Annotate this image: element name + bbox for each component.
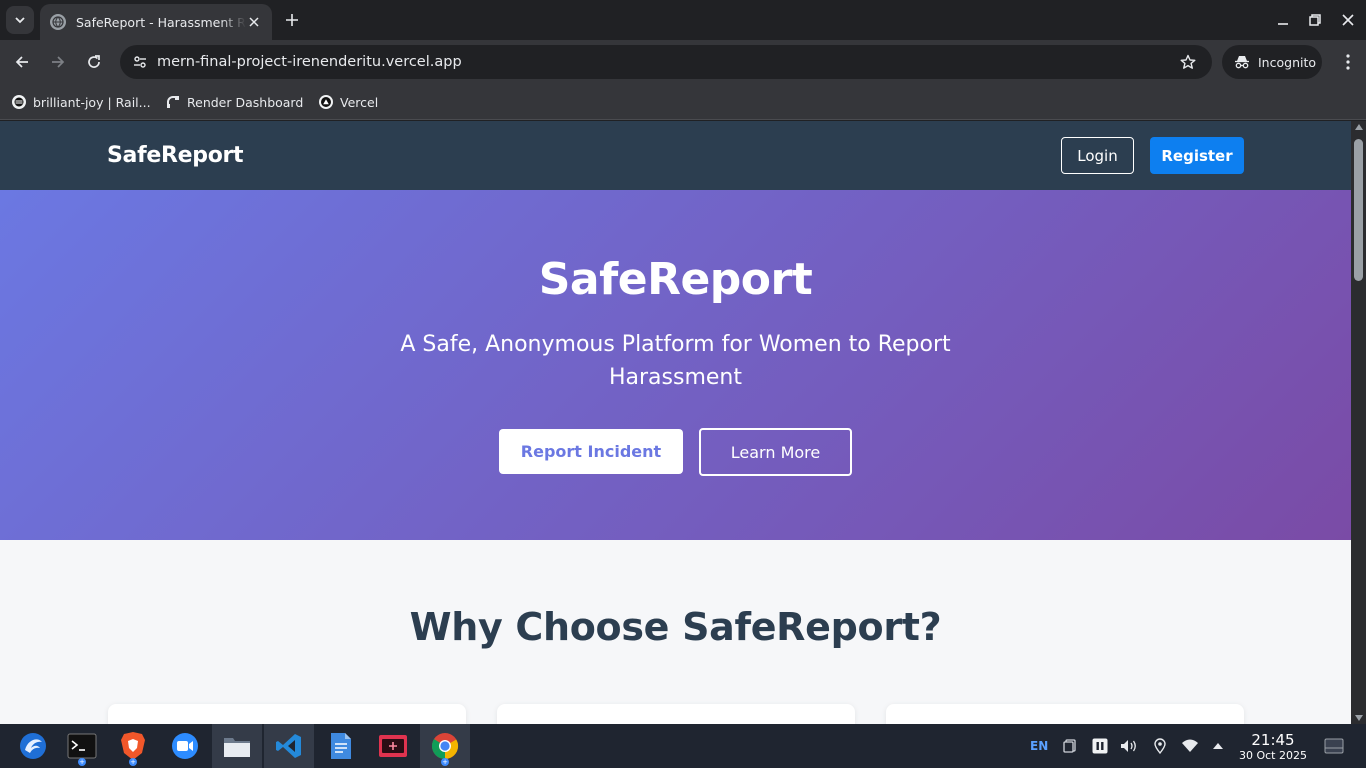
reload-button[interactable]: [80, 48, 108, 76]
plus-icon: [286, 14, 298, 26]
pause-icon[interactable]: [1090, 724, 1110, 768]
site-settings-icon[interactable]: [128, 50, 152, 74]
incognito-indicator[interactable]: Incognito: [1222, 45, 1322, 79]
back-button[interactable]: [8, 48, 36, 76]
globe-icon: [50, 14, 66, 30]
clipboard-icon[interactable]: [1060, 724, 1080, 768]
render-icon: [166, 95, 180, 109]
restore-icon: [1309, 14, 1321, 26]
brave-browser-icon[interactable]: +: [108, 724, 158, 768]
os-taskbar: + + + EN 21:45 30 Oct 2025: [0, 724, 1366, 768]
hero-title: SafeReport: [538, 254, 813, 305]
clock-date[interactable]: 30 Oct 2025: [1237, 749, 1309, 762]
bookmark-vercel[interactable]: Vercel: [319, 92, 378, 112]
minimize-button[interactable]: [1271, 8, 1295, 32]
keyboard-language-indicator[interactable]: EN: [1030, 724, 1048, 768]
forward-button[interactable]: [44, 48, 72, 76]
close-icon[interactable]: [246, 14, 262, 30]
bookmark-label: brilliant-joy | Rail...: [33, 94, 151, 110]
browser-tab-active[interactable]: SafeReport - Harassment Reporting: [40, 4, 272, 40]
learn-more-button[interactable]: Learn More: [699, 428, 852, 476]
site-navbar: SafeReport Login Register: [0, 121, 1351, 190]
location-icon[interactable]: [1150, 724, 1170, 768]
feature-card: [886, 704, 1244, 724]
file-manager-icon[interactable]: [212, 724, 262, 768]
vscode-icon[interactable]: [264, 724, 314, 768]
incognito-label: Incognito: [1258, 54, 1317, 70]
reload-icon: [88, 55, 100, 68]
tab-search-button[interactable]: [6, 6, 34, 34]
vercel-icon: [319, 95, 333, 109]
browser-toolbar: mern-final-project-irenenderitu.vercel.a…: [0, 40, 1366, 84]
running-indicator: +: [78, 758, 86, 766]
running-indicator: +: [129, 758, 137, 766]
arrow-left-icon: [15, 56, 28, 68]
browser-menu-button[interactable]: [1334, 48, 1362, 76]
feature-card: [108, 704, 466, 724]
login-button[interactable]: Login: [1061, 137, 1134, 174]
bookmark-render[interactable]: Render Dashboard: [166, 92, 303, 112]
incognito-icon: [1235, 56, 1249, 69]
bookmark-star-icon[interactable]: [1176, 50, 1200, 74]
bookmarks-bar: brilliant-joy | Rail... Render Dashboard…: [0, 84, 1366, 120]
notifications-icon[interactable]: [1322, 724, 1346, 768]
media-app-icon[interactable]: [368, 724, 418, 768]
scroll-up-arrow-icon[interactable]: [1355, 124, 1363, 130]
page-scrollbar[interactable]: [1351, 121, 1366, 724]
close-icon: [1342, 14, 1354, 26]
chrome-icon[interactable]: +: [420, 724, 470, 768]
register-button[interactable]: Register: [1150, 137, 1244, 174]
railway-icon: [12, 95, 26, 109]
hero-section: SafeReport A Safe, Anonymous Platform fo…: [0, 190, 1351, 540]
site-logo[interactable]: SafeReport: [107, 121, 244, 190]
browser-tab-bar: SafeReport - Harassment Reporting: [0, 0, 1366, 40]
minimize-icon: [1278, 23, 1288, 25]
running-indicator: +: [441, 758, 449, 766]
tab-title: SafeReport - Harassment Reporting: [76, 14, 246, 30]
report-incident-button[interactable]: Report Incident: [499, 429, 683, 474]
zoom-icon[interactable]: [160, 724, 210, 768]
url-text[interactable]: mern-final-project-irenenderitu.vercel.a…: [157, 45, 462, 79]
chevron-down-icon: [15, 17, 25, 24]
scroll-down-arrow-icon[interactable]: [1355, 715, 1363, 721]
features-section-title: Why Choose SafeReport?: [409, 605, 942, 649]
kebab-menu-icon: [1346, 54, 1350, 70]
page-viewport: SafeReport Login Register SafeReport A S…: [0, 121, 1351, 724]
bookmark-railway[interactable]: brilliant-joy | Rail...: [12, 92, 151, 112]
clock-time[interactable]: 21:45: [1237, 731, 1309, 749]
hero-subtitle: A Safe, Anonymous Platform for Women to …: [400, 332, 951, 390]
bookmark-label: Render Dashboard: [187, 94, 304, 110]
scrollbar-thumb[interactable]: [1354, 139, 1363, 281]
volume-icon[interactable]: [1119, 724, 1139, 768]
terminal-icon[interactable]: +: [57, 724, 107, 768]
arrow-right-icon: [52, 56, 65, 68]
start-menu-icon[interactable]: [8, 724, 58, 768]
new-tab-button[interactable]: [280, 8, 304, 32]
address-bar[interactable]: mern-final-project-irenenderitu.vercel.a…: [120, 45, 1212, 79]
wifi-icon[interactable]: [1180, 724, 1200, 768]
feature-card: [497, 704, 855, 724]
bookmark-label: Vercel: [340, 94, 379, 110]
maximize-button[interactable]: [1303, 8, 1327, 32]
document-viewer-icon[interactable]: [316, 724, 366, 768]
tray-expand-icon[interactable]: [1208, 724, 1228, 768]
close-window-button[interactable]: [1336, 8, 1360, 32]
